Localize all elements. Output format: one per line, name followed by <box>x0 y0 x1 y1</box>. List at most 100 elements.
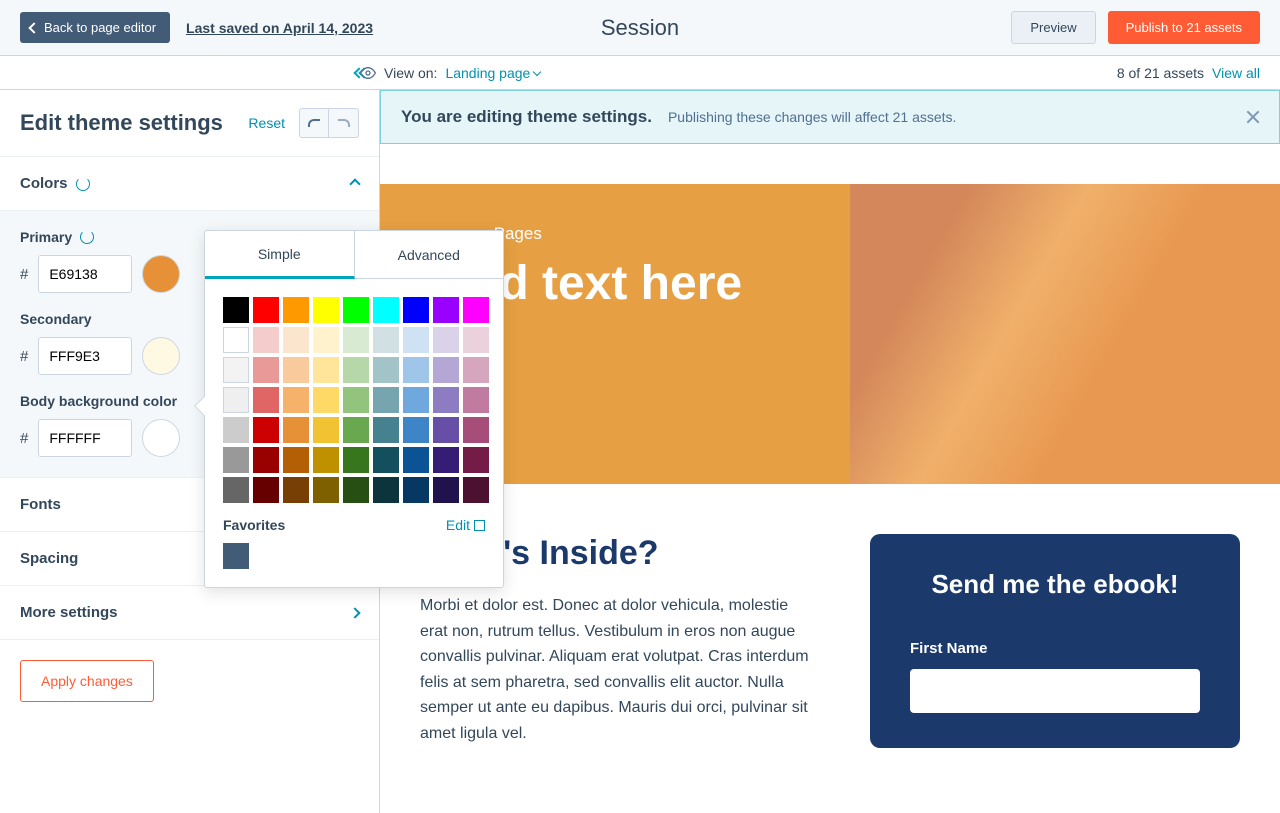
last-saved-link[interactable]: Last saved on April 14, 2023 <box>186 20 373 36</box>
primary-hex-input[interactable] <box>38 255 132 293</box>
color-cell[interactable] <box>253 297 279 323</box>
color-cell[interactable] <box>343 447 369 473</box>
color-cell[interactable] <box>433 447 459 473</box>
page-title: Session <box>601 15 679 41</box>
color-cell[interactable] <box>433 477 459 503</box>
form-label-firstname: First Name <box>910 640 1200 657</box>
apply-changes-button[interactable]: Apply changes <box>20 660 154 702</box>
color-cell[interactable] <box>373 297 399 323</box>
color-cell[interactable] <box>223 387 249 413</box>
color-cell[interactable] <box>463 387 489 413</box>
color-cell[interactable] <box>343 387 369 413</box>
color-cell[interactable] <box>433 327 459 353</box>
favorites-edit-link[interactable]: Edit <box>446 517 485 533</box>
body-bg-hex-input[interactable] <box>38 419 132 457</box>
color-cell[interactable] <box>283 447 309 473</box>
color-cell[interactable] <box>343 327 369 353</box>
color-cell[interactable] <box>283 477 309 503</box>
color-cell[interactable] <box>223 357 249 383</box>
color-cell[interactable] <box>373 417 399 443</box>
back-button[interactable]: Back to page editor <box>20 12 170 43</box>
publish-button[interactable]: Publish to 21 assets <box>1108 11 1260 44</box>
color-cell[interactable] <box>283 417 309 443</box>
view-all-link[interactable]: View all <box>1212 65 1260 81</box>
color-cell[interactable] <box>403 327 429 353</box>
color-cell[interactable] <box>223 447 249 473</box>
color-cell[interactable] <box>223 477 249 503</box>
color-cell[interactable] <box>433 417 459 443</box>
secondary-swatch[interactable] <box>142 337 180 375</box>
color-cell[interactable] <box>403 447 429 473</box>
color-cell[interactable] <box>343 477 369 503</box>
color-cell[interactable] <box>223 417 249 443</box>
color-cell[interactable] <box>253 327 279 353</box>
primary-label: Primary <box>20 229 72 245</box>
hero-image <box>850 184 1280 484</box>
view-on-label: View on: <box>384 65 437 81</box>
color-cell[interactable] <box>433 387 459 413</box>
color-cell[interactable] <box>403 417 429 443</box>
color-cell[interactable] <box>283 327 309 353</box>
color-cell[interactable] <box>253 417 279 443</box>
color-cell[interactable] <box>403 387 429 413</box>
color-cell[interactable] <box>313 327 339 353</box>
color-cell[interactable] <box>253 387 279 413</box>
view-on: View on: Landing page <box>360 65 540 81</box>
color-cell[interactable] <box>463 357 489 383</box>
color-cell[interactable] <box>343 297 369 323</box>
reset-link[interactable]: Reset <box>248 115 285 131</box>
colors-section-header[interactable]: Colors <box>0 157 379 210</box>
color-cell[interactable] <box>373 477 399 503</box>
color-cell[interactable] <box>463 477 489 503</box>
primary-swatch[interactable] <box>142 255 180 293</box>
picker-tab-advanced[interactable]: Advanced <box>355 231 504 279</box>
color-cell[interactable] <box>463 417 489 443</box>
color-cell[interactable] <box>433 297 459 323</box>
picker-tab-simple[interactable]: Simple <box>205 231 355 279</box>
color-cell[interactable] <box>313 447 339 473</box>
preview-button[interactable]: Preview <box>1011 11 1095 44</box>
color-cell[interactable] <box>223 327 249 353</box>
chevron-up-icon <box>349 178 360 189</box>
color-cell[interactable] <box>253 477 279 503</box>
view-on-dropdown[interactable]: Landing page <box>445 65 540 81</box>
color-cell[interactable] <box>313 417 339 443</box>
color-cell[interactable] <box>223 297 249 323</box>
secondary-hex-input[interactable] <box>38 337 132 375</box>
color-cell[interactable] <box>313 477 339 503</box>
color-cell[interactable] <box>373 387 399 413</box>
form-input-firstname[interactable] <box>910 669 1200 713</box>
body-bg-swatch[interactable] <box>142 419 180 457</box>
color-cell[interactable] <box>403 297 429 323</box>
color-cell[interactable] <box>283 357 309 383</box>
color-cell[interactable] <box>463 297 489 323</box>
form-title: Send me the ebook! <box>910 569 1200 600</box>
color-cell[interactable] <box>403 357 429 383</box>
favorite-color-swatch[interactable] <box>223 543 249 569</box>
color-cell[interactable] <box>343 417 369 443</box>
body-text: Morbi et dolor est. Donec at dolor vehic… <box>420 593 810 747</box>
color-cell[interactable] <box>463 447 489 473</box>
notice-bold: You are editing theme settings. <box>401 107 652 127</box>
color-cell[interactable] <box>313 387 339 413</box>
color-cell[interactable] <box>253 447 279 473</box>
color-cell[interactable] <box>373 327 399 353</box>
color-cell[interactable] <box>253 357 279 383</box>
color-cell[interactable] <box>373 447 399 473</box>
assets-count: 8 of 21 assets <box>1117 65 1204 81</box>
color-cell[interactable] <box>313 297 339 323</box>
undo-button[interactable] <box>299 108 329 138</box>
collapse-sidebar-button[interactable] <box>0 69 380 77</box>
color-cell[interactable] <box>403 477 429 503</box>
color-cell[interactable] <box>283 297 309 323</box>
color-cell[interactable] <box>463 327 489 353</box>
more-settings-section-header[interactable]: More settings <box>0 586 379 639</box>
color-cell[interactable] <box>343 357 369 383</box>
color-cell[interactable] <box>283 387 309 413</box>
color-cell[interactable] <box>373 357 399 383</box>
color-cell[interactable] <box>313 357 339 383</box>
redo-button[interactable] <box>329 108 359 138</box>
color-cell[interactable] <box>433 357 459 383</box>
close-icon[interactable] <box>1245 109 1261 125</box>
notice-banner: You are editing theme settings. Publishi… <box>380 90 1280 144</box>
